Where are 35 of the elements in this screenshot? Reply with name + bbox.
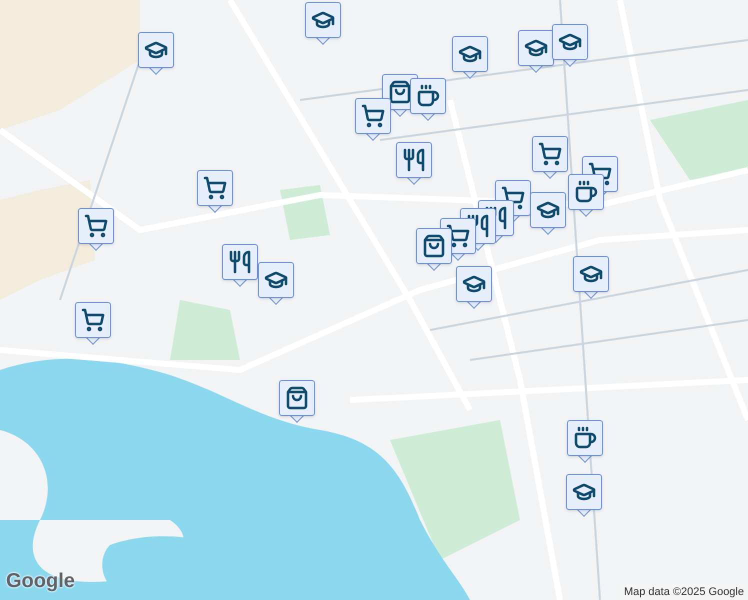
map-pin-marker[interactable] [396, 142, 432, 186]
map-pin-marker[interactable] [452, 36, 488, 80]
map-pin-marker[interactable] [258, 262, 294, 306]
shopping-cart-icon [81, 308, 105, 332]
shopping-cart-icon [538, 142, 562, 166]
map-pin-marker[interactable] [78, 208, 114, 252]
map-pin-marker[interactable] [305, 2, 341, 46]
shopping-cart-icon [84, 214, 108, 238]
map-pin-marker[interactable] [568, 174, 604, 218]
coffee-cup-icon [416, 84, 440, 108]
map-pin-marker[interactable] [518, 30, 554, 74]
map-pin-marker[interactable] [566, 474, 602, 518]
map-pin-marker[interactable] [567, 420, 603, 464]
shopping-bag-icon [388, 80, 412, 104]
coffee-cup-icon [573, 426, 597, 450]
map-pin-marker[interactable] [416, 228, 452, 272]
map-pin-marker[interactable] [197, 170, 233, 214]
shopping-bag-icon [285, 386, 309, 410]
shopping-cart-icon [203, 176, 227, 200]
shopping-cart-icon [361, 104, 385, 128]
map-pin-marker[interactable] [138, 32, 174, 76]
map-pin-marker[interactable] [75, 302, 111, 346]
map-pin-marker[interactable] [552, 24, 588, 68]
map-pin-marker[interactable] [410, 78, 446, 122]
shopping-bag-icon [422, 234, 446, 258]
google-logo: Google [6, 569, 75, 594]
map-pin-marker[interactable] [532, 136, 568, 180]
map-pin-marker[interactable] [573, 256, 609, 300]
map-pin-marker[interactable] [530, 192, 566, 236]
map-pin-marker[interactable] [222, 244, 258, 288]
map-pin-marker[interactable] [456, 266, 492, 310]
map-pin-marker[interactable] [355, 98, 391, 142]
map-pin-marker[interactable] [279, 380, 315, 424]
shopping-cart-icon [446, 224, 470, 248]
coffee-cup-icon [574, 180, 598, 204]
